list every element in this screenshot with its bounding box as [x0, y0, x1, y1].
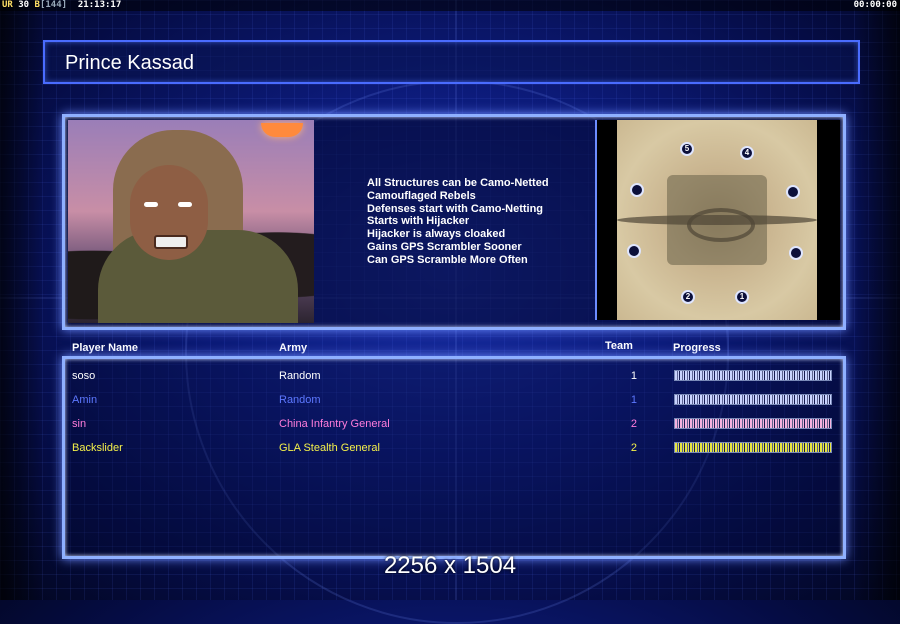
- hud-stats: UR 30 B[144] 21:13:17: [2, 0, 121, 11]
- player-name: Backslider: [72, 442, 123, 454]
- progress-bar-fill: [675, 371, 831, 380]
- portrait-eye-right: [178, 202, 192, 207]
- trait-item: Camouflaged Rebels: [367, 189, 476, 202]
- hud-ur-label: UR: [2, 0, 13, 10]
- hud-bar: UR 30 B[144] 21:13:17 00:00:00: [0, 0, 900, 11]
- progress-bar: [674, 370, 832, 381]
- player-name: soso: [72, 370, 96, 382]
- resolution-overlay: 2256 x 1504: [383, 552, 517, 579]
- progress-bar-fill: [675, 395, 831, 404]
- general-title: Prince Kassad: [65, 52, 194, 74]
- spawn-marker: 4: [740, 146, 754, 160]
- trait-item: Gains GPS Scrambler Sooner: [367, 240, 522, 253]
- map-terrain: 5 4 2 1: [617, 120, 817, 320]
- header-progress: Progress: [673, 342, 721, 354]
- progress-bar: [674, 418, 832, 429]
- player-row: sin China Infantry General 2: [65, 412, 843, 436]
- player-row: Backslider GLA Stealth General 2: [65, 436, 843, 460]
- progress-bar-fill: [675, 419, 831, 428]
- progress-bar: [674, 394, 832, 405]
- player-team: 2: [630, 442, 637, 454]
- player-list: soso Random 1 Amin Random 1 sin China In…: [62, 356, 846, 559]
- map-preview: 5 4 2 1: [595, 120, 840, 320]
- map-ring-road: [687, 208, 755, 242]
- spawn-marker: 1: [735, 290, 749, 304]
- portrait-sun: [261, 123, 303, 137]
- general-portrait: [68, 120, 314, 323]
- trait-item: All Structures can be Camo-Netted: [367, 177, 549, 189]
- general-traits: All Structures can be Camo-Netted Camouf…: [367, 177, 549, 267]
- hud-timer: 00:00:00: [853, 0, 897, 10]
- player-team: 1: [630, 394, 637, 406]
- spawn-marker: [789, 246, 803, 260]
- player-army: Random: [279, 394, 321, 406]
- general-info-panel: All Structures can be Camo-Netted Camouf…: [62, 114, 846, 330]
- player-army: Random: [279, 370, 321, 382]
- player-team: 1: [630, 370, 637, 382]
- title-panel: Prince Kassad: [43, 40, 860, 84]
- spawn-marker: [630, 183, 644, 197]
- progress-bar: [674, 442, 832, 453]
- player-army: China Infantry General: [279, 418, 390, 430]
- progress-bar-fill: [675, 443, 831, 452]
- spawn-marker: [627, 244, 641, 258]
- header-player-name: Player Name: [72, 342, 139, 354]
- spawn-marker: 5: [680, 142, 694, 156]
- hud-b-value: [144]: [39, 0, 68, 10]
- header-team: Team: [605, 340, 633, 352]
- player-army: GLA Stealth General: [279, 442, 380, 454]
- header-army: Army: [279, 342, 308, 354]
- trait-item: Starts with Hijacker: [367, 215, 470, 228]
- edge-shade-right: [855, 0, 900, 600]
- player-name: Amin: [72, 394, 98, 406]
- player-row: Amin Random 1: [65, 388, 843, 412]
- hud-clock: 21:13:17: [77, 0, 122, 10]
- player-row: soso Random 1: [65, 364, 843, 388]
- trait-item: Can GPS Scramble More Often: [367, 253, 528, 266]
- spawn-marker: [786, 185, 800, 199]
- edge-shade-left: [0, 0, 45, 600]
- trait-item: Hijacker is always cloaked: [367, 228, 506, 241]
- portrait-eye-left: [144, 202, 158, 207]
- hud-fps: 30: [18, 0, 30, 10]
- spawn-marker: 2: [681, 290, 695, 304]
- portrait-mouth: [154, 235, 188, 249]
- trait-item: Defenses start with Camo-Netting: [367, 202, 544, 215]
- player-name: sin: [72, 418, 87, 430]
- player-team: 2: [630, 418, 637, 430]
